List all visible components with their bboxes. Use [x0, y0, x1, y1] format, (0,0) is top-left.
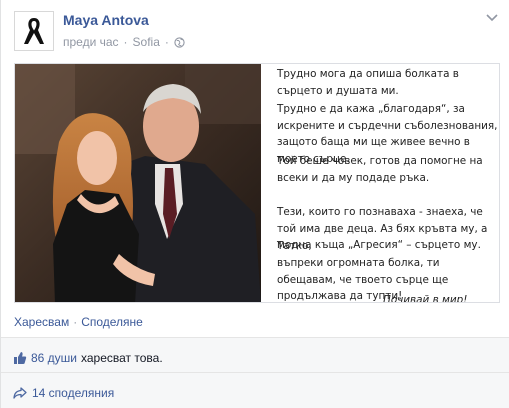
- share-link[interactable]: Споделяне: [81, 315, 143, 329]
- letter-paragraph-5: Татко,: [277, 240, 312, 252]
- letter-paragraph-3: Той беше човек, готов да помогне на всек…: [277, 155, 483, 184]
- letter-paragraph-1: Трудно мога да опиша болката в сърцето и…: [277, 68, 459, 97]
- thumbs-up-icon: [14, 352, 27, 364]
- likes-text: харесват това.: [81, 351, 163, 365]
- post-photo[interactable]: Трудно мога да опиша болката в сърцето и…: [14, 63, 500, 303]
- portrait-illustration: [15, 64, 261, 302]
- letter-panel: Трудно мога да опиша болката в сърцето и…: [261, 64, 499, 303]
- post-card: Maya Antova преди час · Sofia · Трудно м…: [0, 0, 509, 408]
- black-mourning-ribbon-icon: [15, 12, 53, 50]
- post-meta: преди час · Sofia ·: [63, 35, 185, 49]
- post-actions: Харесвам · Споделяне: [14, 315, 143, 329]
- shares-count[interactable]: 14 споделяния: [32, 386, 114, 400]
- likes-summary: 86 души харесват това.: [13, 351, 163, 365]
- like-link[interactable]: Харесвам: [14, 315, 69, 329]
- post-location[interactable]: Sofia: [133, 35, 160, 49]
- chevron-down-icon[interactable]: [485, 13, 499, 23]
- author-name[interactable]: Maya Antova: [63, 12, 149, 28]
- avatar[interactable]: [14, 11, 54, 51]
- share-arrow-icon: [13, 387, 27, 399]
- meta-separator-2: ·: [164, 35, 169, 49]
- shares-summary[interactable]: 14 споделяния: [13, 386, 114, 400]
- post-time[interactable]: преди час: [63, 35, 119, 49]
- likes-count[interactable]: 86 души: [31, 351, 77, 365]
- actions-separator: ·: [73, 315, 78, 329]
- letter-closing: Почивай в мир!: [383, 294, 468, 303]
- globe-icon[interactable]: [174, 36, 185, 48]
- meta-separator: ·: [123, 35, 128, 49]
- photo-portrait: [15, 64, 261, 302]
